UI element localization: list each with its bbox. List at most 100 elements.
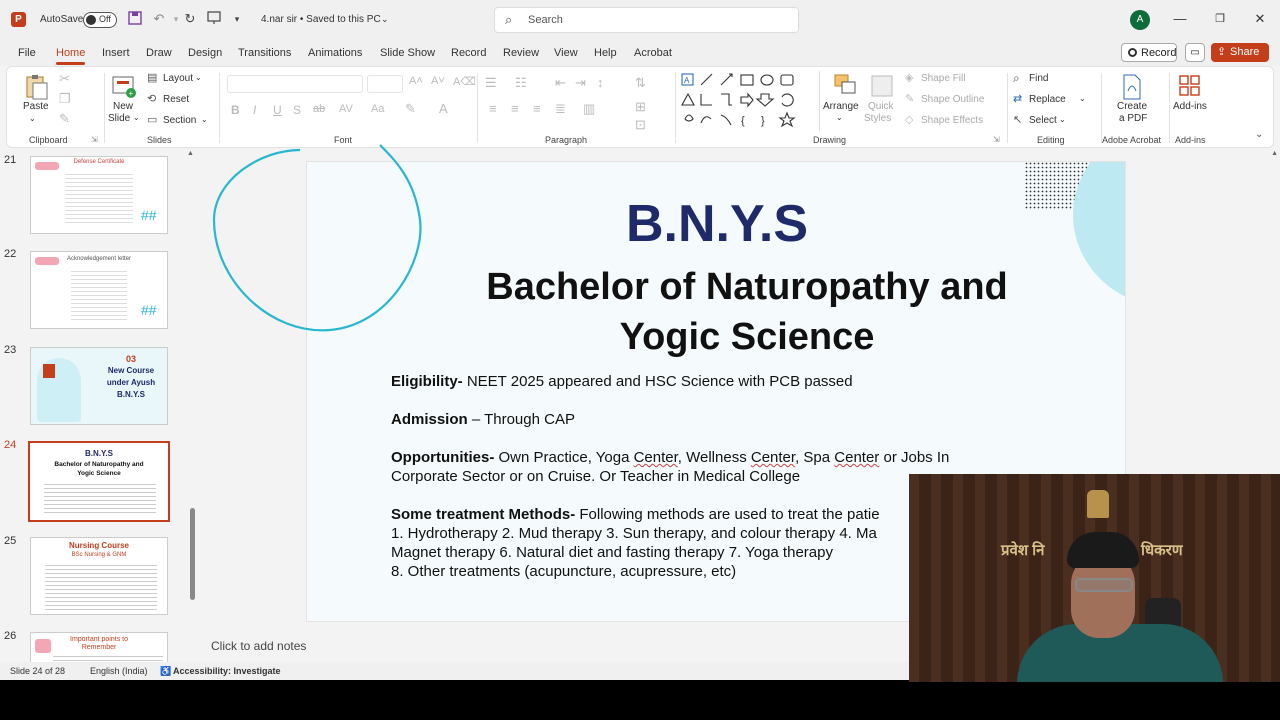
- replace-dropdown-icon[interactable]: ⌄: [1079, 94, 1086, 103]
- find-icon[interactable]: ⌕: [1013, 71, 1020, 86]
- scroll-up-icon[interactable]: ▲: [187, 150, 194, 157]
- tab-view[interactable]: View: [554, 47, 578, 59]
- shape-effects-button[interactable]: Shape Effects: [921, 115, 983, 126]
- format-painter-icon[interactable]: ✎: [59, 111, 70, 127]
- addins-icon[interactable]: [1177, 73, 1203, 101]
- font-color-icon[interactable]: A: [439, 101, 448, 116]
- font-size-box[interactable]: [367, 75, 403, 93]
- close-icon[interactable]: ✕: [1252, 11, 1268, 27]
- align-center-icon[interactable]: ≡: [511, 101, 519, 116]
- highlight-icon[interactable]: ✎: [405, 101, 416, 117]
- tab-draw[interactable]: Draw: [146, 47, 172, 59]
- paste-label[interactable]: Paste: [23, 101, 49, 112]
- tab-transitions[interactable]: Transitions: [238, 47, 291, 59]
- section-icon[interactable]: ▭: [147, 113, 157, 126]
- undo-icon[interactable]: ↶: [151, 11, 167, 27]
- tab-record[interactable]: Record: [451, 47, 486, 59]
- align-left-icon[interactable]: ≡: [489, 101, 497, 116]
- underline-icon[interactable]: U: [273, 103, 282, 117]
- justify-icon[interactable]: ≣: [555, 101, 566, 117]
- slide-thumbnail-23[interactable]: 03 New Course under Ayush B.N.Y.S: [30, 347, 168, 425]
- document-title[interactable]: 4.nar sir • Saved to this PC: [261, 14, 381, 26]
- layout-icon[interactable]: ▤: [147, 71, 157, 84]
- avatar[interactable]: A: [1130, 10, 1150, 30]
- tab-acrobat[interactable]: Acrobat: [634, 47, 672, 59]
- tab-help[interactable]: Help: [594, 47, 617, 59]
- section-button[interactable]: Section: [163, 115, 196, 126]
- quick-styles-label-2[interactable]: Styles: [864, 113, 891, 124]
- present-icon[interactable]: [206, 11, 222, 27]
- quick-styles-label-1[interactable]: Quick: [868, 101, 894, 112]
- italic-icon[interactable]: I: [253, 103, 256, 117]
- tab-insert[interactable]: Insert: [102, 47, 130, 59]
- shape-outline-button[interactable]: Shape Outline: [921, 94, 984, 105]
- slide-scroll-up-icon[interactable]: ▲: [1271, 150, 1278, 157]
- shapes-gallery[interactable]: A { }: [679, 71, 819, 133]
- notes-placeholder[interactable]: Click to add notes: [211, 639, 306, 653]
- freehand-loop-drawing[interactable]: [200, 140, 440, 340]
- reset-button[interactable]: Reset: [163, 94, 189, 105]
- quick-styles-icon[interactable]: [869, 73, 895, 101]
- clipboard-launcher-icon[interactable]: ⇲: [91, 135, 98, 144]
- slide-thumbnail-22[interactable]: Acknowledgement letter ##: [30, 251, 168, 329]
- new-slide-label-2[interactable]: Slide: [108, 113, 130, 124]
- line-spacing-icon[interactable]: ↕: [597, 75, 604, 90]
- columns-icon[interactable]: ▥: [583, 101, 595, 117]
- layout-dropdown-icon[interactable]: ⌄: [195, 73, 202, 82]
- smartart-icon[interactable]: ⊡: [635, 117, 646, 133]
- paste-icon[interactable]: [24, 73, 50, 101]
- increase-indent-icon[interactable]: ⇥: [575, 75, 586, 91]
- create-pdf-label-2[interactable]: a PDF: [1119, 113, 1147, 124]
- slide-thumbnail-25[interactable]: Nursing Course BSc Nursing & GNM: [30, 537, 168, 615]
- restore-icon[interactable]: ❐: [1212, 11, 1228, 27]
- clear-formatting-icon[interactable]: A⌫: [453, 75, 476, 88]
- increase-font-icon[interactable]: A˄: [409, 75, 423, 87]
- paste-dropdown-icon[interactable]: ⌄: [29, 114, 36, 123]
- bullets-icon[interactable]: ☰: [485, 75, 497, 91]
- arrange-button[interactable]: Arrange: [823, 101, 859, 112]
- decrease-indent-icon[interactable]: ⇤: [555, 75, 566, 91]
- drawing-launcher-icon[interactable]: ⇲: [993, 135, 1000, 144]
- text-direction-icon[interactable]: ⇅: [635, 75, 646, 91]
- create-pdf-icon[interactable]: [1119, 73, 1145, 101]
- character-spacing-icon[interactable]: AV: [339, 103, 353, 115]
- shape-fill-button[interactable]: Shape Fill: [921, 73, 965, 84]
- language-status[interactable]: English (India): [90, 666, 148, 676]
- strikethrough-icon[interactable]: ab: [313, 103, 325, 115]
- tab-slide-show[interactable]: Slide Show: [380, 47, 435, 59]
- new-slide-label-1[interactable]: New: [113, 101, 133, 112]
- change-case-icon[interactable]: Aa: [371, 103, 384, 115]
- copy-icon[interactable]: ❐: [59, 91, 71, 107]
- slide-thumbnail-24[interactable]: B.N.Y.S Bachelor of Naturopathy and Yogi…: [28, 441, 170, 522]
- select-button[interactable]: Select: [1029, 115, 1057, 126]
- new-slide-dropdown-icon[interactable]: ⌄: [133, 113, 140, 122]
- autosave-toggle[interactable]: Off: [83, 12, 117, 28]
- slide-thumbnail-21[interactable]: Defense Certificate ##: [30, 156, 168, 234]
- accessibility-status[interactable]: Accessibility: Investigate: [173, 666, 281, 676]
- title-dropdown-icon[interactable]: ⌄: [381, 13, 389, 25]
- comments-button[interactable]: ▭: [1185, 43, 1205, 62]
- redo-icon[interactable]: ↻: [182, 11, 198, 27]
- tab-file[interactable]: File: [18, 47, 36, 59]
- bold-icon[interactable]: B: [231, 103, 240, 117]
- tab-review[interactable]: Review: [503, 47, 539, 59]
- replace-button[interactable]: Replace: [1029, 94, 1066, 105]
- cut-icon[interactable]: ✂: [59, 71, 70, 87]
- record-button[interactable]: Record: [1121, 43, 1177, 62]
- font-family-box[interactable]: [227, 75, 363, 93]
- customize-toolbar-icon[interactable]: ▾: [229, 11, 245, 27]
- shape-effects-icon[interactable]: ◇: [905, 113, 913, 126]
- tab-design[interactable]: Design: [188, 47, 222, 59]
- search-box[interactable]: ⌕ Search: [494, 7, 799, 33]
- shadow-icon[interactable]: S: [293, 103, 301, 117]
- share-button[interactable]: ⇪ Share: [1211, 43, 1269, 62]
- collapse-ribbon-icon[interactable]: ⌄: [1255, 129, 1263, 140]
- minimize-icon[interactable]: —: [1172, 11, 1188, 27]
- new-slide-icon[interactable]: +: [111, 73, 137, 101]
- shape-fill-icon[interactable]: ◈: [905, 71, 913, 84]
- section-dropdown-icon[interactable]: ⌄: [201, 115, 208, 124]
- align-text-icon[interactable]: ⊞: [635, 99, 646, 115]
- find-button[interactable]: Find: [1029, 73, 1048, 84]
- replace-icon[interactable]: ⇄: [1013, 92, 1022, 105]
- select-dropdown-icon[interactable]: ⌄: [1059, 115, 1066, 124]
